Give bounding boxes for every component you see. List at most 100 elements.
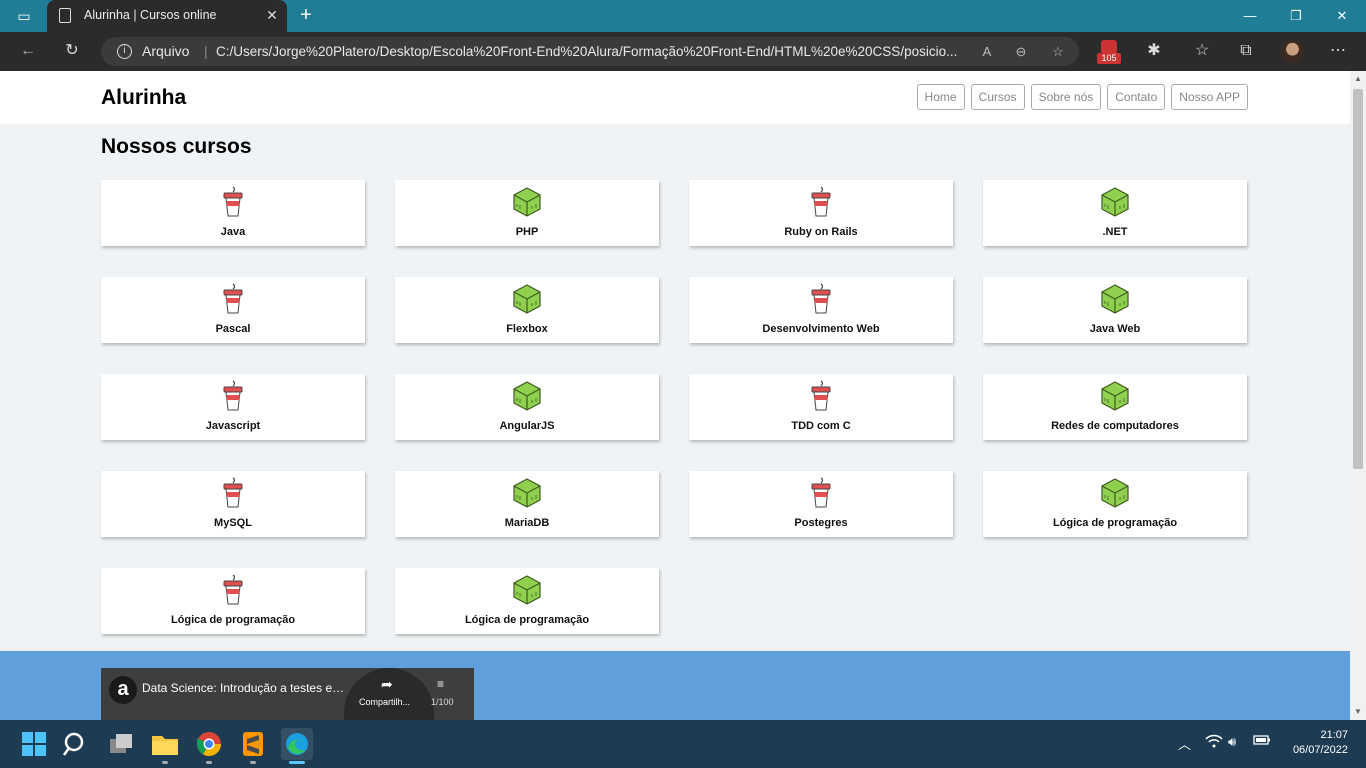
cup-icon <box>806 186 836 218</box>
collections-icon[interactable]: ⧉ <box>1234 40 1258 62</box>
close-window-button[interactable]: ✕ <box>1330 6 1354 26</box>
nav-nosso-app[interactable]: Nosso APP <box>1171 84 1248 110</box>
info-icon[interactable]: i <box>117 44 132 59</box>
course-card[interactable]: Redes de computadores <box>983 374 1247 440</box>
section-title: Nossos cursos <box>101 135 252 158</box>
course-card[interactable]: AngularJS <box>395 374 659 440</box>
scroll-down-icon[interactable]: ▼ <box>1354 707 1362 716</box>
course-card[interactable]: MariaDB <box>395 471 659 537</box>
cup-icon <box>806 283 836 315</box>
cube-icon <box>1100 477 1130 509</box>
address-bar[interactable]: i Arquivo | C:/Users/Jorge%20Platero/Des… <box>101 37 1079 66</box>
course-card[interactable]: Desenvolvimento Web <box>689 277 953 343</box>
channel-logo[interactable]: a <box>109 676 137 704</box>
zoom-icon[interactable]: ⊖ <box>1011 43 1031 61</box>
course-name: Flexbox <box>506 323 548 335</box>
course-card[interactable]: .NET <box>983 180 1247 246</box>
share-label[interactable]: Compartilh... <box>359 697 410 707</box>
course-card[interactable]: Java <box>101 180 365 246</box>
cup-icon <box>806 380 836 412</box>
course-card[interactable]: Postegres <box>689 471 953 537</box>
cup-icon <box>806 477 836 509</box>
cup-icon <box>218 477 248 509</box>
cube-icon <box>1100 380 1130 412</box>
video-title[interactable]: Data Science: Introdução a testes est... <box>142 681 350 695</box>
course-card[interactable]: Java Web <box>983 277 1247 343</box>
nav-cursos[interactable]: Cursos <box>970 84 1025 110</box>
course-card[interactable]: PHP <box>395 180 659 246</box>
read-aloud-icon[interactable]: A <box>977 43 997 61</box>
extension-badge[interactable]: 105 <box>1097 40 1121 64</box>
new-tab-button[interactable]: + <box>295 4 317 26</box>
extension-icon <box>1101 40 1117 54</box>
share-icon[interactable]: ➦ <box>381 676 393 693</box>
course-card[interactable]: Lógica de programação <box>395 568 659 634</box>
site-logo[interactable]: Alurinha <box>101 86 186 110</box>
profile-avatar[interactable] <box>1281 40 1304 63</box>
course-card[interactable]: Ruby on Rails <box>689 180 953 246</box>
course-grid: Java PHP Ruby on Rails .NET Pascal Flexbox Des… <box>101 180 1249 634</box>
scroll-up-icon[interactable]: ▲ <box>1354 74 1362 83</box>
system-clock[interactable]: 21:07 06/07/2022 <box>1286 728 1348 758</box>
wifi-icon[interactable] <box>1205 734 1223 751</box>
course-name: TDD com C <box>791 420 851 432</box>
taskbar: ︿ 🔊︎ 21:07 06/07/2022 <box>0 720 1366 768</box>
tab-actions-icon[interactable]: ▭ <box>10 6 38 26</box>
cube-icon <box>512 186 542 218</box>
back-icon[interactable]: ← <box>16 40 40 62</box>
browser-tab[interactable]: Alurinha | Cursos online ✕ <box>47 0 287 32</box>
battery-icon[interactable] <box>1253 734 1271 749</box>
course-card[interactable]: Lógica de programação <box>983 471 1247 537</box>
nav-sobre-nos[interactable]: Sobre nós <box>1030 84 1102 110</box>
nav-contato[interactable]: Contato <box>1107 84 1166 110</box>
scroll-thumb[interactable] <box>1353 89 1363 469</box>
refresh-icon[interactable]: ↻ <box>60 40 84 62</box>
minimize-button[interactable]: — <box>1238 6 1262 26</box>
volume-icon[interactable]: 🔊︎ <box>1228 734 1236 750</box>
cube-icon <box>512 477 542 509</box>
course-name: AngularJS <box>499 420 555 432</box>
nav-home[interactable]: Home <box>916 84 965 110</box>
extensions-icon[interactable]: ✱ <box>1142 40 1166 62</box>
course-name: Lógica de programação <box>464 614 590 626</box>
course-name: Lógica de programação <box>1052 517 1178 529</box>
tray-chevron-icon[interactable]: ︿ <box>1178 734 1191 753</box>
page-scrollbar[interactable]: ▲ ▼ <box>1350 71 1366 720</box>
cup-icon <box>218 283 248 315</box>
menu-icon[interactable]: ⋯ <box>1326 40 1350 62</box>
sublime-indicator <box>250 761 256 764</box>
edge-indicator <box>289 761 305 764</box>
cube-icon <box>512 380 542 412</box>
cube-icon <box>512 574 542 606</box>
address-url[interactable]: C:/Users/Jorge%20Platero/Desktop/Escola%… <box>216 44 968 59</box>
maximize-button[interactable]: ❐ <box>1284 6 1308 26</box>
course-name: Desenvolvimento Web <box>762 323 880 335</box>
address-separator: | <box>204 43 208 59</box>
file-explorer-icon[interactable] <box>149 728 181 760</box>
course-card[interactable]: Pascal <box>101 277 365 343</box>
sublime-text-icon[interactable] <box>237 728 269 760</box>
cup-icon <box>218 574 248 606</box>
playlist-icon[interactable]: ≡ <box>437 677 444 691</box>
course-card[interactable]: TDD com C <box>689 374 953 440</box>
playlist-count: 1/100 <box>431 697 454 707</box>
course-card[interactable]: Flexbox <box>395 277 659 343</box>
course-card[interactable]: Lógica de programação <box>101 568 365 634</box>
course-name: PHP <box>515 226 539 238</box>
clock-date: 06/07/2022 <box>1292 744 1348 756</box>
search-icon[interactable] <box>60 728 92 760</box>
course-card[interactable]: MySQL <box>101 471 365 537</box>
favorite-add-icon[interactable]: ☆ <box>1048 43 1068 61</box>
start-icon[interactable] <box>18 728 50 760</box>
course-card[interactable]: Javascript <box>101 374 365 440</box>
task-view-icon[interactable] <box>105 728 137 760</box>
cube-icon <box>512 283 542 315</box>
edge-icon[interactable] <box>281 728 313 760</box>
chrome-icon[interactable] <box>193 728 225 760</box>
video-embed[interactable]: a Data Science: Introdução a testes est.… <box>101 668 474 720</box>
browser-toolbar: ← ↻ i Arquivo | C:/Users/Jorge%20Platero… <box>0 32 1366 71</box>
address-protocol: Arquivo <box>142 43 190 59</box>
course-name: Java Web <box>1089 323 1141 335</box>
favorites-icon[interactable]: ☆ <box>1190 40 1214 62</box>
close-tab-icon[interactable]: ✕ <box>263 6 281 24</box>
